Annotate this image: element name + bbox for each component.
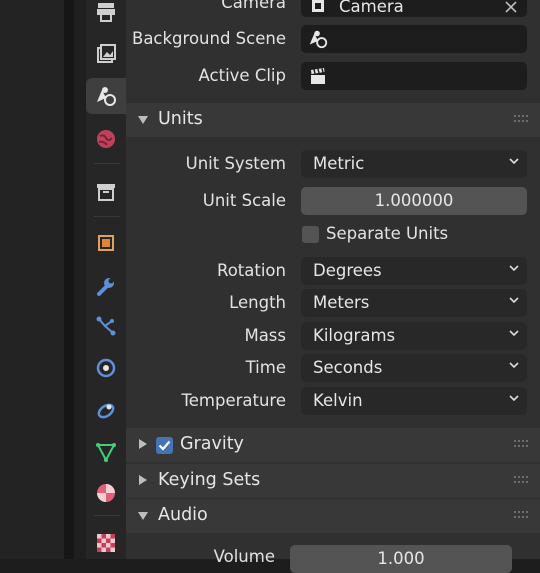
- temperature-dropdown[interactable]: Kelvin: [301, 387, 527, 415]
- keying-sets-title: Keying Sets: [158, 470, 261, 490]
- checkmark-icon: [158, 440, 171, 451]
- keying-sets-section-header[interactable]: Keying Sets: [126, 464, 540, 498]
- tab-material[interactable]: [86, 475, 126, 511]
- chevron-down-icon: [509, 265, 519, 272]
- length-label: Length: [229, 293, 286, 312]
- tab-separator: [94, 216, 120, 217]
- tab-gutter: [74, 0, 86, 559]
- tab-view-layer[interactable]: [86, 36, 126, 72]
- tab-separator: [94, 163, 120, 164]
- time-label: Time: [245, 358, 286, 377]
- mass-value: Kilograms: [313, 326, 396, 345]
- tab-physics[interactable]: [86, 350, 126, 386]
- chevron-right-icon: [139, 439, 147, 449]
- background-scene-field[interactable]: [301, 25, 527, 53]
- tab-texture[interactable]: [86, 525, 126, 561]
- tab-world[interactable]: [86, 121, 126, 157]
- chevron-down-icon: [509, 330, 519, 337]
- unit-system-dropdown[interactable]: Metric: [301, 150, 527, 178]
- active-clip-label: Active Clip: [198, 66, 286, 85]
- camera-field[interactable]: Camera: [301, 0, 527, 17]
- rotation-value: Degrees: [313, 261, 382, 280]
- background-scene-label: Background Scene: [132, 29, 286, 48]
- world-icon: [97, 130, 115, 148]
- object-icon: [98, 235, 114, 251]
- mass-label: Mass: [244, 326, 286, 345]
- close-icon[interactable]: [505, 1, 517, 13]
- chevron-down-icon: [138, 512, 148, 520]
- volume-label: Volume: [213, 547, 275, 566]
- unit-scale-input[interactable]: 1.000000: [301, 187, 527, 215]
- tab-particles[interactable]: [86, 308, 126, 344]
- box-icon: [97, 184, 115, 201]
- separate-units-label[interactable]: Separate Units: [326, 224, 448, 243]
- gravity-title: Gravity: [180, 434, 244, 454]
- properties-tab-bar: [86, 0, 126, 559]
- rotation-dropdown[interactable]: Degrees: [301, 257, 527, 285]
- separate-units-checkbox[interactable]: [302, 226, 319, 243]
- tab-separator: [94, 515, 120, 516]
- rotation-label: Rotation: [216, 261, 286, 280]
- temperature-value: Kelvin: [313, 391, 363, 410]
- time-value: Seconds: [313, 358, 383, 377]
- physics-icon: [96, 358, 116, 378]
- texture-icon: [97, 534, 115, 552]
- chevron-down-icon: [138, 116, 148, 124]
- drag-grip-icon[interactable]: [514, 476, 530, 486]
- chevron-down-icon: [509, 362, 519, 369]
- chevron-right-icon: [139, 475, 147, 485]
- outliner-edge: [0, 0, 64, 559]
- chevron-down-icon: [509, 395, 519, 402]
- drag-grip-icon[interactable]: [514, 511, 530, 521]
- audio-title: Audio: [158, 505, 208, 525]
- gravity-section-header[interactable]: Gravity: [126, 428, 540, 462]
- gravity-checkbox[interactable]: [156, 437, 173, 454]
- drag-grip-icon[interactable]: [514, 115, 530, 125]
- length-dropdown[interactable]: Meters: [301, 289, 527, 317]
- length-value: Meters: [313, 293, 370, 312]
- tab-data[interactable]: [86, 434, 126, 470]
- active-clip-field[interactable]: [301, 62, 527, 90]
- mesh-data-icon: [96, 443, 116, 463]
- camera-label: Camera: [221, 0, 286, 12]
- audio-section-header[interactable]: Audio: [126, 499, 540, 533]
- mass-dropdown[interactable]: Kilograms: [301, 322, 527, 350]
- tab-scene[interactable]: [86, 78, 126, 114]
- scene-icon: [309, 30, 328, 49]
- time-dropdown[interactable]: Seconds: [301, 354, 527, 382]
- unit-scale-value: 1.000000: [374, 191, 454, 210]
- tab-modifiers[interactable]: [86, 268, 126, 304]
- camera-value: Camera: [339, 0, 404, 16]
- material-icon: [97, 484, 115, 502]
- units-title: Units: [158, 109, 203, 129]
- temperature-label: Temperature: [181, 391, 286, 410]
- scene-icon: [97, 87, 116, 106]
- camera-icon: [312, 0, 324, 12]
- volume-input[interactable]: 1.000: [290, 545, 512, 573]
- unit-system-label: Unit System: [185, 154, 286, 173]
- wrench-icon: [97, 278, 114, 296]
- unit-system-value: Metric: [313, 154, 365, 173]
- area-divider[interactable]: [64, 0, 74, 559]
- particles-icon: [96, 316, 116, 336]
- tab-object[interactable]: [86, 225, 126, 261]
- units-section-header[interactable]: Units: [126, 103, 540, 137]
- image-stack-icon: [97, 44, 116, 63]
- clapper-icon: [311, 68, 325, 84]
- constraint-icon: [97, 403, 115, 419]
- chevron-down-icon: [509, 297, 519, 304]
- chevron-down-icon: [509, 158, 519, 165]
- unit-scale-label: Unit Scale: [202, 191, 286, 210]
- tab-constraints[interactable]: [86, 392, 126, 428]
- tab-collection[interactable]: [86, 174, 126, 210]
- drag-grip-icon[interactable]: [514, 440, 530, 450]
- tab-output[interactable]: [86, 0, 126, 30]
- printer-icon: [97, 3, 115, 22]
